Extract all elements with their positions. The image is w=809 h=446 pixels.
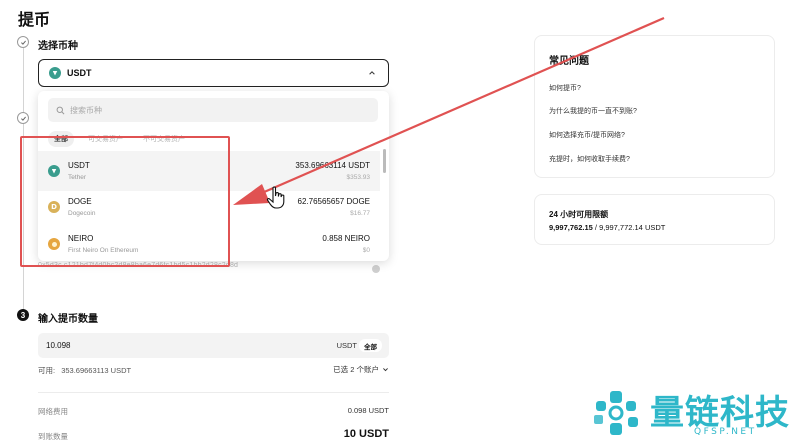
coin-search-input[interactable] <box>70 105 350 115</box>
amount-field[interactable]: USDT 全部 <box>38 333 389 358</box>
clear-address-icon[interactable] <box>372 265 380 273</box>
faq-link[interactable]: 充提时，如何收取手续费? <box>549 154 630 164</box>
account-selector[interactable]: 已选 2 个账户 <box>333 364 389 375</box>
limit-used: 9,997,762.15 <box>549 223 593 232</box>
faq-card: 常见问题 如何提币? 为什么我提的币一直不到账? 如何选择充币/提币网络? 充提… <box>534 35 775 178</box>
faq-link[interactable]: 为什么我提的币一直不到账? <box>549 106 637 116</box>
available-balance: 可用: 353.69663113 USDT <box>38 365 131 376</box>
limit-title: 24 小时可用限额 <box>549 210 609 219</box>
daily-limit-card: 24 小时可用限额 9,997,762.15 / 9,997,772.14 US… <box>534 194 775 245</box>
limit-value: 9,997,762.15 / 9,997,772.14 USDT <box>549 223 665 232</box>
available-label: 可用: <box>38 366 56 375</box>
coin-select-value: USDT <box>67 68 92 78</box>
watermark-logo-icon <box>594 390 638 435</box>
coin-balance: 62.76565657 DOGE <box>297 197 371 206</box>
page-title: 提币 <box>18 12 51 29</box>
amount-input[interactable] <box>46 341 286 350</box>
coin-value: $16.77 <box>350 210 370 217</box>
faq-title: 常见问题 <box>549 56 589 67</box>
step-1-label: 选择币种 <box>38 41 78 52</box>
account-selector-label: 已选 2 个账户 <box>333 365 379 374</box>
hand-cursor-icon <box>266 186 285 209</box>
chevron-up-icon[interactable] <box>368 69 376 77</box>
step-3-number: 3 <box>17 309 29 321</box>
available-value: 353.69663113 USDT <box>61 366 132 375</box>
coin-value: $353.93 <box>346 174 371 181</box>
search-icon <box>56 106 65 114</box>
amount-unit: USDT <box>336 341 357 350</box>
annotation-highlight-box <box>20 136 230 267</box>
receive-amount-label: 到账数量 <box>38 432 68 441</box>
step-3-label: 输入提币数量 <box>38 314 98 325</box>
faq-link[interactable]: 如何选择充币/提币网络? <box>549 130 625 140</box>
limit-total: 9,997,772.14 USDT <box>599 223 666 232</box>
watermark: 量链科技 QFSP.NET <box>590 385 800 440</box>
watermark-text: 量链科技 <box>650 392 790 433</box>
divider <box>38 392 389 393</box>
chevron-down-icon <box>383 368 388 372</box>
faq-link[interactable]: 如何提币? <box>549 83 581 93</box>
coin-select[interactable]: USDT <box>38 59 389 87</box>
coin-balance: 0.858 NEIRO <box>322 234 370 243</box>
step-1-check-icon <box>17 36 29 48</box>
watermark-url: QFSP.NET <box>694 427 757 437</box>
usdt-coin-icon <box>49 67 61 79</box>
network-fee-label: 网络费用 <box>38 407 68 416</box>
coin-balance: 353.69663114 USDT <box>295 161 370 170</box>
coin-search[interactable] <box>48 98 378 122</box>
step-2-check-icon <box>17 112 29 124</box>
coin-value: $0 <box>362 247 370 254</box>
receive-amount-value: 10 USDT <box>343 428 389 440</box>
all-amount-button[interactable]: 全部 <box>359 339 382 352</box>
dropdown-scrollbar[interactable] <box>383 149 386 173</box>
network-fee-value: 0.098 USDT <box>347 406 389 415</box>
